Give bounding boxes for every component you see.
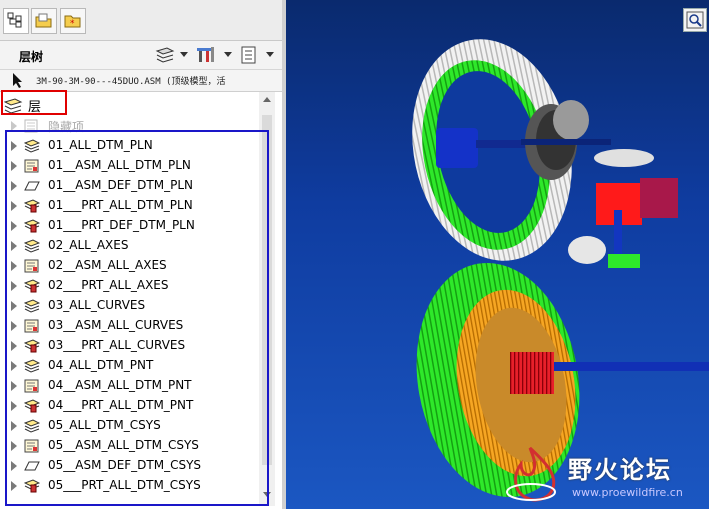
chevron-down-icon[interactable]: [224, 52, 232, 57]
panel-title: 层树: [19, 50, 44, 64]
model-tree-icon: [7, 12, 22, 28]
gear-assembly-model: [412, 39, 709, 498]
layer-stack-icon: [155, 47, 175, 63]
tools-icon: [197, 47, 214, 62]
blue-highlight-box: [5, 130, 269, 506]
chevron-down-icon[interactable]: [180, 52, 188, 57]
active-model-path: 3M-90-3M-90---45DUO.ASM (顶级模型，活: [36, 77, 226, 87]
panel-title-bar: 层树: [0, 41, 282, 70]
red-highlight-box: [1, 90, 67, 115]
favorites-tab[interactable]: *: [60, 8, 86, 34]
favorites-folder-icon: *: [64, 15, 81, 29]
red-pinion: [510, 352, 554, 394]
bevel-gear: [594, 149, 654, 167]
graphics-viewport[interactable]: [286, 0, 709, 509]
layer-tools-button[interactable]: [195, 45, 219, 65]
cursor-arrow-icon: [13, 73, 22, 88]
blue-pinion: [436, 128, 478, 168]
watermark-url: www.proewildfire.cn: [572, 486, 683, 499]
active-model-bar[interactable]: 3M-90-3M-90---45DUO.ASM (顶级模型，活: [0, 70, 282, 92]
list-settings-icon: [241, 46, 256, 64]
scroll-up-icon[interactable]: [263, 97, 271, 102]
svg-text:*: *: [70, 19, 75, 29]
watermark-title: 野火论坛: [568, 456, 672, 484]
layer-tree-panel: * 层树 3M-90-3M-90---45DUO.ASM (顶级模型，活 层 隐…: [0, 0, 282, 509]
chevron-down-icon[interactable]: [266, 52, 274, 57]
model-tree-tab[interactable]: [3, 8, 29, 34]
folder-browser-tab[interactable]: [31, 8, 57, 34]
zoom-button[interactable]: [683, 8, 707, 32]
show-options-button[interactable]: [239, 45, 261, 65]
magnifier-icon: [686, 11, 704, 29]
layer-display-button[interactable]: [155, 45, 177, 65]
navigator-tab-bar: *: [0, 0, 282, 41]
folder-icon: [35, 13, 52, 28]
flame-logo-icon: [506, 446, 556, 502]
